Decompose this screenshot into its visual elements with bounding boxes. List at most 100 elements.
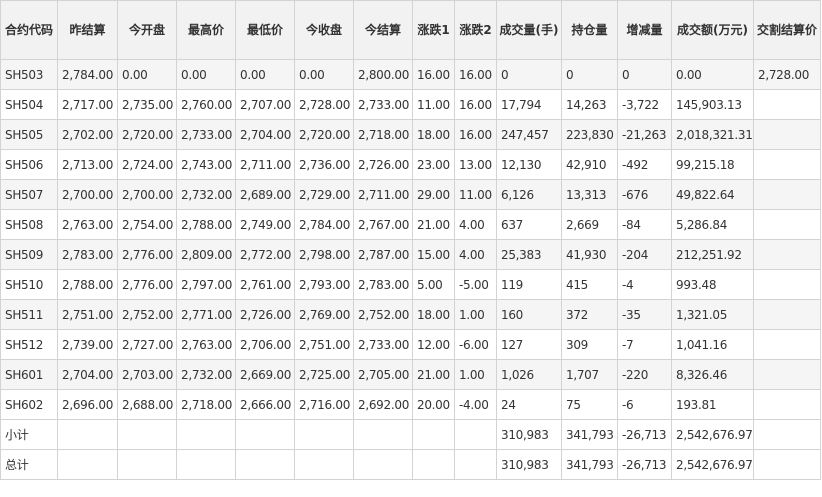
cell-change-1: 16.00	[412, 59, 455, 90]
cell-low: 2,749.00	[235, 209, 295, 240]
cell-contract-code: SH506	[0, 149, 58, 180]
cell-turnover: 1,321.05	[671, 299, 754, 330]
cell-prev-settle: 2,739.00	[57, 329, 118, 360]
cell-volume: 127	[496, 329, 562, 360]
cell-volume: 24	[496, 389, 562, 420]
cell-change-2	[454, 449, 497, 480]
cell-volume: 637	[496, 209, 562, 240]
cell-open-interest: 41,930	[561, 239, 618, 270]
cell-change-1: 18.00	[412, 299, 455, 330]
cell-high	[176, 419, 236, 450]
cell-close: 2,736.00	[294, 149, 354, 180]
table-row: SH505 2,702.00 2,720.00 2,733.00 2,704.00 2,7…	[0, 119, 821, 150]
table-row: SH506 2,713.00 2,724.00 2,743.00 2,711.00 2,7…	[0, 149, 821, 180]
cell-oi-change: -21,263	[617, 119, 672, 150]
cell-change-2: 16.00	[454, 89, 497, 120]
cell-settle: 2,800.00	[353, 59, 413, 90]
cell-open: 2,752.00	[117, 299, 177, 330]
cell-change-2: -6.00	[454, 329, 497, 360]
cell-prev-settle: 2,783.00	[57, 239, 118, 270]
cell-high: 2,732.00	[176, 179, 236, 210]
cell-turnover: 2,542,676.97	[671, 449, 754, 480]
cell-open: 2,724.00	[117, 149, 177, 180]
cell-change-2: 1.00	[454, 359, 497, 390]
cell-close: 2,751.00	[294, 329, 354, 360]
cell-contract-code: SH505	[0, 119, 58, 150]
cell-low: 2,689.00	[235, 179, 295, 210]
cell-contract-code: SH509	[0, 239, 58, 270]
cell-change-2: 13.00	[454, 149, 497, 180]
cell-prev-settle: 2,751.00	[57, 299, 118, 330]
cell-oi-change: -3,722	[617, 89, 672, 120]
cell-settle	[353, 419, 413, 450]
cell-oi-change: -6	[617, 389, 672, 420]
cell-open-interest: 75	[561, 389, 618, 420]
cell-settle: 2,733.00	[353, 329, 413, 360]
cell-turnover: 2,542,676.97	[671, 419, 754, 450]
cell-prev-settle: 2,784.00	[57, 59, 118, 90]
cell-prev-settle: 2,700.00	[57, 179, 118, 210]
cell-change-2: -4.00	[454, 389, 497, 420]
cell-volume: 17,794	[496, 89, 562, 120]
cell-change-1	[412, 419, 455, 450]
cell-contract-code: 小计	[0, 419, 58, 450]
cell-open-interest: 42,910	[561, 149, 618, 180]
cell-change-1: 29.00	[412, 179, 455, 210]
cell-delivery-price	[753, 299, 821, 330]
cell-open: 2,720.00	[117, 119, 177, 150]
cell-close: 2,769.00	[294, 299, 354, 330]
cell-close: 2,729.00	[294, 179, 354, 210]
cell-low: 2,669.00	[235, 359, 295, 390]
cell-change-2	[454, 419, 497, 450]
cell-close: 2,728.00	[294, 89, 354, 120]
table-row: SH504 2,717.00 2,735.00 2,760.00 2,707.00 2,7…	[0, 89, 821, 120]
cell-close: 2,716.00	[294, 389, 354, 420]
cell-change-2: 16.00	[454, 59, 497, 90]
cell-change-2: 16.00	[454, 119, 497, 150]
cell-oi-change: -204	[617, 239, 672, 270]
cell-delivery-price: 2,728.00	[753, 59, 821, 90]
cell-prev-settle: 2,702.00	[57, 119, 118, 150]
cell-low: 2,726.00	[235, 299, 295, 330]
cell-turnover: 212,251.92	[671, 239, 754, 270]
cell-high: 2,718.00	[176, 389, 236, 420]
cell-prev-settle: 2,704.00	[57, 359, 118, 390]
cell-close: 2,798.00	[294, 239, 354, 270]
table-row: SH602 2,696.00 2,688.00 2,718.00 2,666.00 2,7…	[0, 389, 821, 420]
cell-change-1: 15.00	[412, 239, 455, 270]
cell-turnover: 99,215.18	[671, 149, 754, 180]
cell-open	[117, 449, 177, 480]
header-close: 今收盘	[294, 0, 354, 60]
cell-change-1: 20.00	[412, 389, 455, 420]
cell-turnover: 0.00	[671, 59, 754, 90]
cell-open-interest: 2,669	[561, 209, 618, 240]
cell-settle: 2,783.00	[353, 269, 413, 300]
cell-change-2: 1.00	[454, 299, 497, 330]
header-low: 最低价	[235, 0, 295, 60]
cell-change-2: 11.00	[454, 179, 497, 210]
cell-delivery-price	[753, 179, 821, 210]
cell-low: 2,761.00	[235, 269, 295, 300]
cell-open-interest: 13,313	[561, 179, 618, 210]
cell-volume: 247,457	[496, 119, 562, 150]
table-row: SH511 2,751.00 2,752.00 2,771.00 2,726.00 2,7…	[0, 299, 821, 330]
cell-volume: 6,126	[496, 179, 562, 210]
cell-contract-code: SH503	[0, 59, 58, 90]
header-delivery-price: 交割结算价	[753, 0, 821, 60]
header-turnover: 成交额(万元)	[671, 0, 754, 60]
cell-change-1: 11.00	[412, 89, 455, 120]
header-oi-change: 增减量	[617, 0, 672, 60]
cell-high: 2,763.00	[176, 329, 236, 360]
cell-open: 2,754.00	[117, 209, 177, 240]
cell-delivery-price	[753, 149, 821, 180]
cell-settle: 2,718.00	[353, 119, 413, 150]
cell-low: 2,772.00	[235, 239, 295, 270]
cell-prev-settle: 2,788.00	[57, 269, 118, 300]
cell-volume: 25,383	[496, 239, 562, 270]
table-row: SH508 2,763.00 2,754.00 2,788.00 2,749.00 2,7…	[0, 209, 821, 240]
cell-prev-settle	[57, 419, 118, 450]
cell-oi-change: -84	[617, 209, 672, 240]
cell-turnover: 49,822.64	[671, 179, 754, 210]
cell-high: 2,732.00	[176, 359, 236, 390]
cell-open-interest: 223,830	[561, 119, 618, 150]
